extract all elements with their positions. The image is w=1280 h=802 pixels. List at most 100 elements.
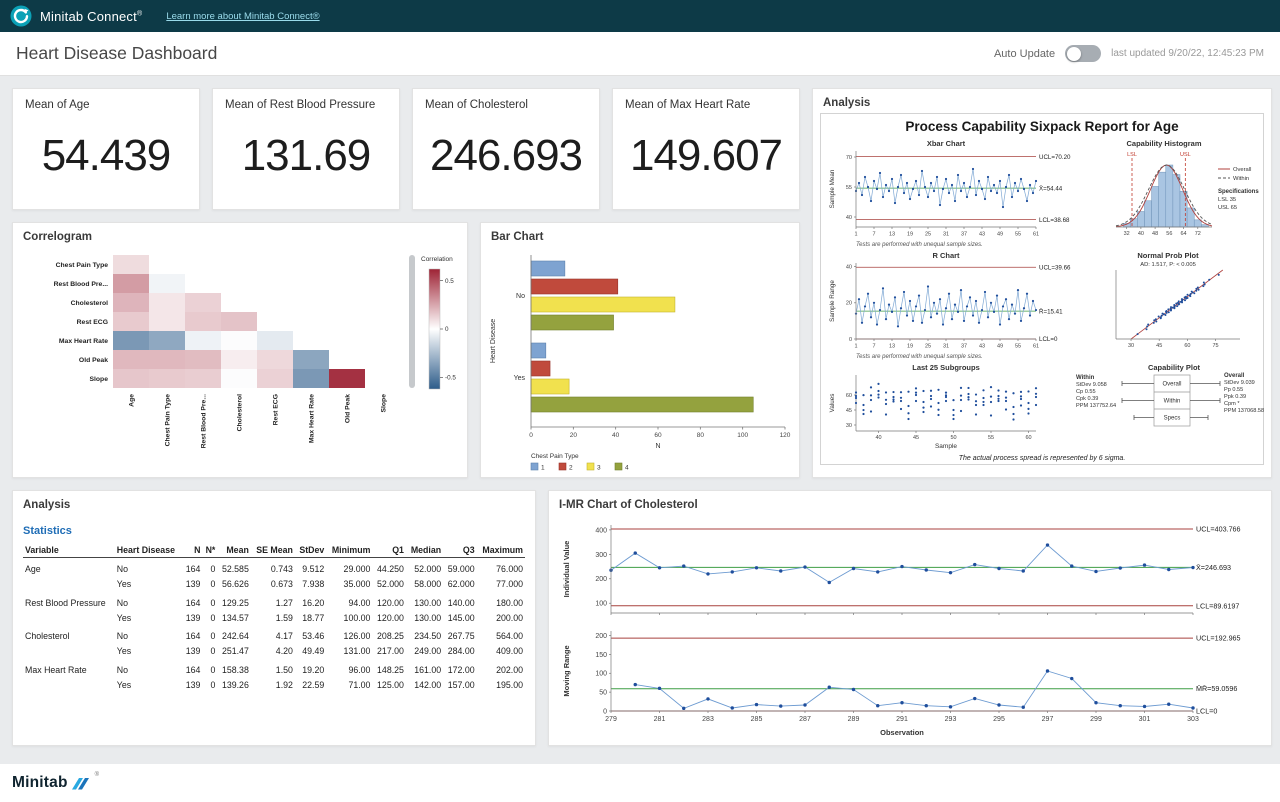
svg-text:Capability Plot: Capability Plot xyxy=(1148,363,1201,372)
panel-title: I-MR Chart of Cholesterol xyxy=(549,491,1271,511)
svg-text:Within: Within xyxy=(1233,176,1249,182)
svg-text:Normal Prob Plot: Normal Prob Plot xyxy=(1137,251,1199,260)
svg-text:32: 32 xyxy=(1124,231,1130,237)
svg-text:USL: USL xyxy=(1180,152,1191,158)
svg-text:Values: Values xyxy=(829,394,836,413)
svg-text:Cholesterol: Cholesterol xyxy=(71,300,109,307)
svg-text:LCL=0: LCL=0 xyxy=(1196,707,1217,716)
kpi-value: 149.607 xyxy=(613,111,799,209)
svg-text:Last 25 Subgroups: Last 25 Subgroups xyxy=(912,363,980,372)
svg-text:UCL=403.766: UCL=403.766 xyxy=(1196,524,1241,533)
svg-text:19: 19 xyxy=(907,232,913,238)
correlogram-scrollbar[interactable] xyxy=(409,255,415,388)
svg-text:0: 0 xyxy=(849,337,852,343)
correlogram-panel: Correlogram Chest Pain TypeRest Blood Pr… xyxy=(12,222,468,478)
kpi-label: Mean of Cholesterol xyxy=(413,89,599,111)
kpi-card-mean-of-cholesterol: Mean of Cholesterol 246.693 xyxy=(412,88,600,210)
kpi-value: 246.693 xyxy=(413,111,599,209)
svg-text:Moving Range: Moving Range xyxy=(562,645,571,696)
svg-text:19: 19 xyxy=(907,344,913,350)
svg-text:55: 55 xyxy=(1015,344,1021,350)
svg-text:StDev 9.039: StDev 9.039 xyxy=(1224,380,1255,386)
page-title: Heart Disease Dashboard xyxy=(16,43,217,64)
svg-text:287: 287 xyxy=(799,716,811,723)
svg-text:Sample: Sample xyxy=(935,443,957,450)
svg-text:60: 60 xyxy=(1025,435,1031,441)
svg-text:40: 40 xyxy=(846,215,852,221)
svg-text:Capability Histogram: Capability Histogram xyxy=(1126,139,1201,148)
svg-text:60: 60 xyxy=(1184,343,1190,349)
svg-text:200: 200 xyxy=(595,576,607,583)
svg-text:Age: Age xyxy=(129,394,136,407)
svg-text:20: 20 xyxy=(846,301,852,307)
svg-text:0: 0 xyxy=(603,708,607,715)
auto-update-label: Auto Update xyxy=(994,48,1055,60)
svg-text:R̄=15.41: R̄=15.41 xyxy=(1039,308,1063,315)
analysis-statistics-panel: Analysis Statistics VariableHeart Diseas… xyxy=(12,490,536,746)
auto-update-toggle[interactable] xyxy=(1065,45,1101,62)
kpi-label: Mean of Age xyxy=(13,89,199,111)
svg-text:AD: 1.517, P: < 0.005: AD: 1.517, P: < 0.005 xyxy=(1140,262,1196,268)
minitab-logo-text: Minitab xyxy=(12,774,68,792)
svg-text:303: 303 xyxy=(1187,716,1199,723)
svg-text:Tests are performed with unequ: Tests are performed with unequal sample … xyxy=(856,242,983,248)
svg-text:UCL=192.965: UCL=192.965 xyxy=(1196,634,1241,643)
svg-text:48: 48 xyxy=(1152,231,1158,237)
svg-text:LCL=89.6197: LCL=89.6197 xyxy=(1196,601,1239,610)
svg-text:25: 25 xyxy=(925,232,931,238)
svg-text:The actual process spread is r: The actual process spread is represented… xyxy=(959,455,1126,462)
brand-name: Minitab Connect® xyxy=(40,9,142,24)
svg-text:Max Heart Rate: Max Heart Rate xyxy=(59,338,108,345)
svg-text:49: 49 xyxy=(997,344,1003,350)
svg-text:75: 75 xyxy=(1213,343,1219,349)
svg-text:4: 4 xyxy=(625,465,629,472)
sixpack-chart-canvas: Process Capability Sixpack Report for Ag… xyxy=(820,113,1264,465)
kpi-card-mean-of-rest-blood-pressure: Mean of Rest Blood Pressure 131.69 xyxy=(212,88,400,210)
svg-text:X̄=54.44: X̄=54.44 xyxy=(1039,185,1063,192)
svg-text:45: 45 xyxy=(846,408,852,414)
registered-mark: ® xyxy=(95,772,99,778)
svg-text:Slope: Slope xyxy=(89,376,108,383)
svg-text:Rest ECG: Rest ECG xyxy=(77,319,108,326)
svg-text:Within: Within xyxy=(1164,399,1181,405)
svg-text:Within: Within xyxy=(1076,375,1095,381)
svg-text:Ppk 0.39: Ppk 0.39 xyxy=(1224,394,1246,400)
svg-text:70: 70 xyxy=(846,155,852,161)
learn-more-link[interactable]: Learn more about Minitab Connect® xyxy=(166,11,319,22)
svg-text:7: 7 xyxy=(872,344,875,350)
svg-text:7: 7 xyxy=(872,232,875,238)
correlogram-chart-canvas: Chest Pain TypeRest Blood Pre...Choleste… xyxy=(17,245,465,475)
svg-text:Tests are performed with unequ: Tests are performed with unequal sample … xyxy=(856,354,983,360)
svg-text:Cpk 0.39: Cpk 0.39 xyxy=(1076,396,1098,402)
svg-text:Overall: Overall xyxy=(1162,382,1181,388)
svg-text:61: 61 xyxy=(1033,344,1039,350)
svg-text:LCL=38.68: LCL=38.68 xyxy=(1039,217,1070,224)
svg-text:100: 100 xyxy=(595,601,607,608)
svg-text:M̄R̄=59.0596: M̄R̄=59.0596 xyxy=(1196,684,1237,693)
kpi-label: Mean of Rest Blood Pressure xyxy=(213,89,399,111)
panel-title: Bar Chart xyxy=(481,223,799,243)
svg-text:0.5: 0.5 xyxy=(445,278,454,285)
svg-text:StDev 9.058: StDev 9.058 xyxy=(1076,382,1107,388)
svg-text:Rest Blood Pre...: Rest Blood Pre... xyxy=(54,281,108,288)
svg-text:Sample Range: Sample Range xyxy=(829,280,836,322)
svg-text:72: 72 xyxy=(1195,231,1201,237)
svg-text:60: 60 xyxy=(654,432,662,439)
statistics-heading: Statistics xyxy=(23,525,525,537)
kpi-label: Mean of Max Heart Rate xyxy=(613,89,799,111)
svg-text:Heart Disease: Heart Disease xyxy=(490,319,497,363)
svg-text:Yes: Yes xyxy=(514,375,526,382)
svg-text:0: 0 xyxy=(529,432,533,439)
svg-text:25: 25 xyxy=(925,344,931,350)
svg-text:20: 20 xyxy=(570,432,578,439)
svg-text:297: 297 xyxy=(1042,716,1054,723)
svg-text:301: 301 xyxy=(1139,716,1151,723)
svg-text:Chest Pain Type: Chest Pain Type xyxy=(531,453,579,460)
panel-title: Correlogram xyxy=(13,223,467,243)
svg-text:55: 55 xyxy=(1015,232,1021,238)
panel-title: Analysis xyxy=(813,89,1271,109)
svg-text:1: 1 xyxy=(541,465,545,472)
svg-text:Slope: Slope xyxy=(381,394,388,413)
svg-text:LSL: LSL xyxy=(1127,152,1137,158)
dashboard-header: Heart Disease Dashboard Auto Update last… xyxy=(0,32,1280,76)
